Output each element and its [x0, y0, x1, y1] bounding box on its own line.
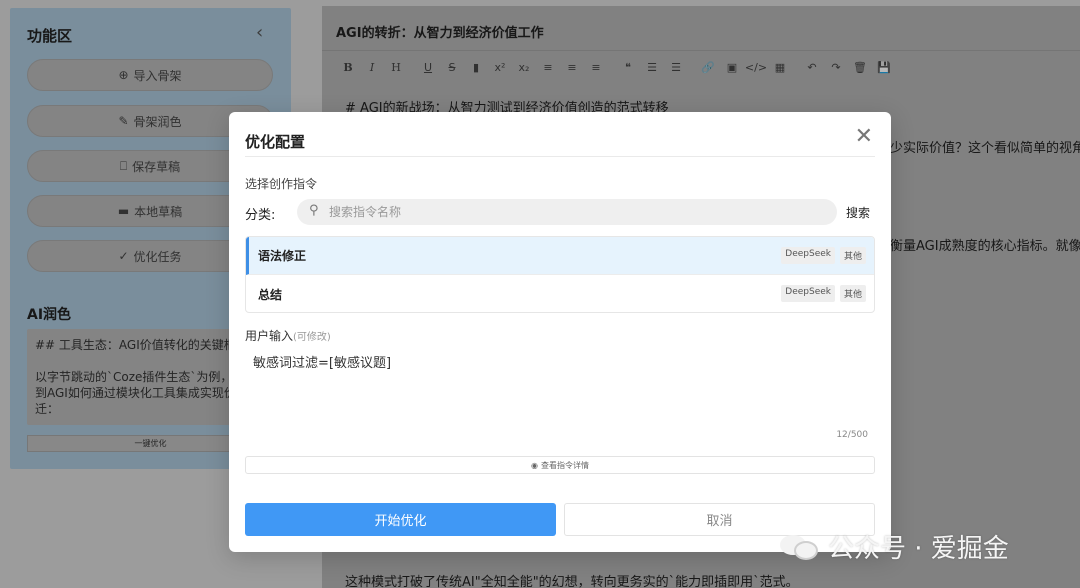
start-optimize-button[interactable]: 开始优化 [245, 503, 556, 536]
user-input-hint: (可修改) [293, 332, 331, 343]
item-name: 语法修正 [258, 249, 307, 263]
watermark: 公众号 · 爱掘金 [780, 528, 1009, 565]
watermark-text: 公众号 · 爱掘金 [828, 534, 1009, 564]
category-label: 分类: [245, 208, 276, 223]
dialog-title: 优化配置 [245, 133, 306, 151]
category-tag: 其他 [839, 247, 866, 264]
divider [245, 156, 875, 157]
close-icon[interactable]: ✕ [855, 126, 873, 148]
item-tags: DeepSeek 其他 [781, 247, 866, 264]
search-input[interactable] [329, 202, 819, 222]
list-item[interactable]: 总结 DeepSeek 其他 [246, 275, 874, 312]
view-instruction-details-button[interactable]: ◉ 查看指令详情 [245, 456, 875, 474]
search-box: ⚲ [297, 199, 837, 225]
search-button[interactable]: 搜索 [846, 204, 870, 221]
instruction-list: 语法修正 DeepSeek 其他 总结 DeepSeek 其他 [245, 236, 875, 313]
item-tags: DeepSeek 其他 [781, 285, 866, 302]
category-tag: 其他 [839, 285, 866, 302]
user-input-label-text: 用户输入 [245, 329, 294, 343]
item-name: 总结 [258, 287, 283, 302]
char-counter: 12/500 [836, 430, 868, 440]
eye-icon: ◉ [531, 460, 538, 470]
wechat-logo-icon [780, 531, 820, 563]
user-input-textarea[interactable]: 敏感词过滤=[敏感议题] [245, 348, 875, 444]
model-tag: DeepSeek [781, 285, 835, 302]
search-icon: ⚲ [309, 203, 319, 218]
model-tag: DeepSeek [781, 247, 835, 264]
list-item[interactable]: 语法修正 DeepSeek 其他 [246, 237, 874, 275]
optimize-config-dialog: 优化配置 ✕ 选择创作指令 分类: ⚲ 搜索 语法修正 DeepSeek 其他 … [229, 112, 891, 552]
user-input-label: 用户输入(可修改) [245, 327, 331, 344]
detail-link-label: 查看指令详情 [540, 460, 589, 470]
section-label: 选择创作指令 [245, 177, 318, 191]
